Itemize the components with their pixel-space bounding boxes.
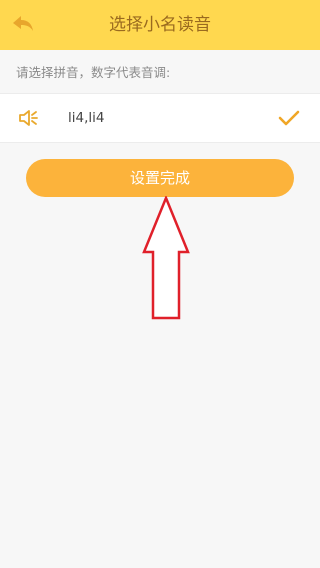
finish-setting-button[interactable]: 设置完成 [26, 159, 294, 197]
speaker-icon [19, 110, 38, 126]
top-bar: 选择小名读音 [0, 0, 320, 50]
pinyin-option-row[interactable]: li4,li4 [0, 93, 320, 143]
pinyin-label: li4,li4 [68, 110, 105, 126]
speaker-button[interactable] [18, 108, 40, 128]
page-title: 选择小名读音 [109, 15, 211, 35]
red-up-arrow-icon [142, 196, 190, 320]
checkmark-icon [278, 108, 300, 128]
instruction-text: 请选择拼音，数字代表音调: [16, 65, 171, 80]
